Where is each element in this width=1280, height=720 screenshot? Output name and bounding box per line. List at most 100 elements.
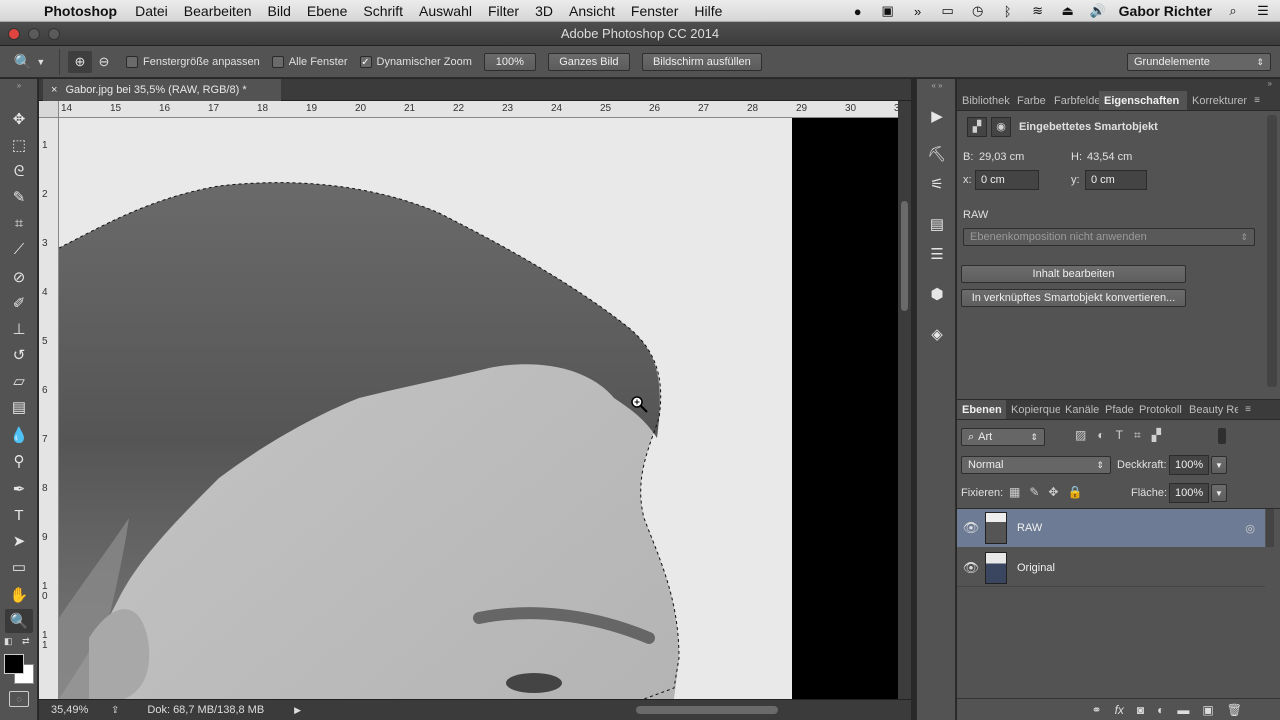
path-selection-tool-icon[interactable]: ➤ xyxy=(5,529,33,553)
blur-tool-icon[interactable]: 💧 xyxy=(5,423,33,447)
fit-screen-button[interactable]: Ganzes Bild xyxy=(547,52,630,71)
blend-mode-select[interactable]: Normal ⇕ xyxy=(961,456,1111,474)
tab-history[interactable]: Protokoll xyxy=(1134,400,1184,419)
actions-play-icon[interactable]: ▶ xyxy=(923,103,951,129)
window-zoom-button[interactable] xyxy=(48,28,60,40)
scrubby-zoom-checkbox[interactable]: ✓ Dynamischer Zoom xyxy=(359,55,472,68)
quick-selection-tool-icon[interactable]: ✎ xyxy=(5,185,33,209)
add-mask-icon[interactable]: ◙ xyxy=(1137,703,1144,717)
vertical-scrollbar[interactable] xyxy=(898,101,911,699)
filter-shape-icon[interactable]: ⌗ xyxy=(1134,428,1141,443)
default-colors-icon[interactable]: ◧ xyxy=(4,636,13,647)
window-minimize-button[interactable] xyxy=(28,28,40,40)
link-layers-icon[interactable]: ⚭ xyxy=(1092,703,1102,717)
paragraph-styles-icon[interactable]: ▤ xyxy=(923,211,951,237)
type-tool-icon[interactable]: T xyxy=(5,503,33,527)
eject-icon[interactable]: ⏏ xyxy=(1059,3,1077,19)
export-icon[interactable]: ⇪ xyxy=(111,705,119,716)
menu-ebene[interactable]: Ebene xyxy=(307,3,347,19)
tab-paths[interactable]: Pfade xyxy=(1100,400,1134,419)
status-menu-arrow-icon[interactable]: ▶ xyxy=(294,705,301,716)
convert-linked-button[interactable]: In verknüpftes Smartobjekt konvertieren.… xyxy=(961,289,1186,307)
filter-adjustment-icon[interactable]: ◐ xyxy=(1097,428,1104,443)
foreground-color-swatch[interactable] xyxy=(4,654,24,674)
brush-tool-icon[interactable]: ✐ xyxy=(5,291,33,315)
tab-adjustments[interactable]: Korrekturen xyxy=(1187,91,1247,110)
x-field[interactable]: 0 cm xyxy=(975,170,1039,190)
user-name[interactable]: Gabor Richter xyxy=(1119,3,1212,19)
tab-swatches[interactable]: Farbfelder xyxy=(1049,91,1099,110)
volume-icon[interactable]: 🔊 xyxy=(1089,3,1107,19)
marquee-tool-icon[interactable]: ⬚ xyxy=(5,133,33,157)
new-group-icon[interactable]: ▬ xyxy=(1177,703,1189,717)
workspace-select[interactable]: Grundelemente ⇕ xyxy=(1127,53,1271,71)
filter-pixel-icon[interactable]: ▨ xyxy=(1075,428,1086,443)
layer-row-raw[interactable]: 👁 RAW ◎ xyxy=(957,509,1265,547)
menu-3d[interactable]: 3D xyxy=(535,3,553,19)
fill-dropdown-icon[interactable]: ▼ xyxy=(1211,484,1227,502)
menu-auswahl[interactable]: Auswahl xyxy=(419,3,472,19)
new-layer-icon[interactable]: ▣ xyxy=(1202,703,1213,717)
layers-panel-menu-icon[interactable]: ≡ xyxy=(1238,400,1258,419)
window-close-button[interactable] xyxy=(8,28,20,40)
crop-tool-icon[interactable]: ⌗ xyxy=(5,211,33,235)
lock-pixels-icon[interactable]: ✎ xyxy=(1029,485,1039,499)
opacity-field[interactable]: 100% xyxy=(1169,455,1209,475)
layers-scrollbar[interactable] xyxy=(1266,509,1274,547)
tab-libraries[interactable]: Bibliothek xyxy=(957,91,1012,110)
bowler-hat-icon[interactable]: ● xyxy=(849,4,867,19)
filter-toggle-switch[interactable] xyxy=(1218,428,1226,444)
delete-layer-icon[interactable]: 🗑 xyxy=(1227,703,1242,717)
fill-field[interactable]: 100% xyxy=(1169,483,1209,503)
eyedropper-tool-icon[interactable]: ⟋ xyxy=(5,237,33,261)
visibility-eye-icon[interactable]: 👁 xyxy=(957,560,985,576)
panel-collapse-icon[interactable]: » xyxy=(957,79,1280,91)
menu-hilfe[interactable]: Hilfe xyxy=(694,3,722,19)
horizontal-scrollbar[interactable] xyxy=(594,705,894,715)
visibility-eye-icon[interactable]: 👁 xyxy=(957,520,985,536)
layer-filter-select[interactable]: ⌕ Art ⇕ xyxy=(961,428,1045,446)
healing-brush-tool-icon[interactable]: ⊘ xyxy=(5,265,33,289)
edit-contents-button[interactable]: Inhalt bearbeiten xyxy=(961,265,1186,283)
ruler-horizontal[interactable]: 141516171819202122232425262728293031 xyxy=(59,101,898,118)
filter-type-icon[interactable]: T xyxy=(1116,428,1123,443)
clone-stamp-tool-icon[interactable]: ⊥ xyxy=(5,317,33,341)
horizontal-scroll-thumb[interactable] xyxy=(636,706,778,714)
adjustment-layer-icon[interactable]: ◐ xyxy=(1157,703,1164,717)
tab-layers[interactable]: Ebenen xyxy=(957,400,1006,419)
menu-app[interactable]: Photoshop xyxy=(44,3,117,19)
fit-window-checkbox[interactable]: Fenstergröße anpassen xyxy=(126,55,260,68)
tool-preset-picker[interactable]: 🔍 ▼ xyxy=(0,48,60,75)
menu-fenster[interactable]: Fenster xyxy=(631,3,678,19)
ruler-vertical[interactable]: 1 2 3 4 5 6 7 8 9 1 0 1 1 xyxy=(39,101,59,699)
lock-position-icon[interactable]: ✥ xyxy=(1048,485,1058,499)
lock-all-icon[interactable]: 🔒 xyxy=(1067,485,1082,499)
rectangle-tool-icon[interactable]: ▭ xyxy=(5,555,33,579)
wifi-icon[interactable]: ≋ xyxy=(1029,3,1047,19)
airplay-icon[interactable]: ▭ xyxy=(939,3,957,19)
zoom-in-icon[interactable]: ⊕ xyxy=(68,50,92,73)
tab-clone-source[interactable]: Kopierquelle xyxy=(1006,400,1060,419)
mask-icon[interactable]: ◉ xyxy=(991,117,1011,137)
dodge-tool-icon[interactable]: ⚲ xyxy=(5,449,33,473)
eraser-tool-icon[interactable]: ▱ xyxy=(5,369,33,393)
spotlight-search-icon[interactable]: ⌕ xyxy=(1224,3,1242,19)
lock-transparency-icon[interactable]: ▦ xyxy=(1009,485,1020,499)
pen-tool-icon[interactable]: ✒ xyxy=(5,477,33,501)
menu-bearbeiten[interactable]: Bearbeiten xyxy=(184,3,252,19)
zoom-out-icon[interactable]: ⊖ xyxy=(92,51,116,73)
brush-presets-icon[interactable]: ⛏ xyxy=(923,141,951,167)
tab-beauty-retouch[interactable]: Beauty Retusche xyxy=(1184,400,1238,419)
tab-close-icon[interactable]: × xyxy=(51,84,57,96)
menu-schrift[interactable]: Schrift xyxy=(363,3,403,19)
move-tool-icon[interactable]: ✥ xyxy=(5,107,33,131)
bluetooth-icon[interactable]: ᛒ xyxy=(999,4,1017,19)
panel-menu-icon[interactable]: ≡ xyxy=(1247,91,1267,110)
status-zoom[interactable]: 35,49% xyxy=(51,704,101,716)
tab-color[interactable]: Farbe xyxy=(1012,91,1049,110)
quick-mask-icon[interactable]: ◌ xyxy=(9,691,29,707)
notification-list-icon[interactable]: ☰ xyxy=(1254,3,1272,19)
notes-icon[interactable]: ☰ xyxy=(923,241,951,267)
document-canvas[interactable] xyxy=(59,118,898,699)
vertical-scroll-thumb[interactable] xyxy=(901,201,908,311)
